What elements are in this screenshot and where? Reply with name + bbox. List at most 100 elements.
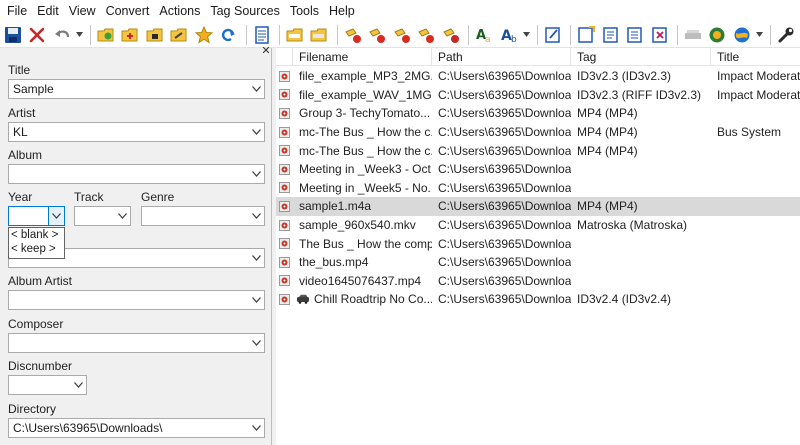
chevron-down-icon[interactable] — [248, 80, 264, 98]
freedb-icon[interactable] — [682, 24, 703, 46]
table-row[interactable]: Meeting in _Week3 - Oct... C:\Users\63965… — [276, 160, 800, 179]
chevron-down-icon[interactable] — [248, 419, 264, 437]
export-list-icon[interactable] — [575, 24, 596, 46]
web-sources-icon[interactable] — [707, 24, 728, 46]
file-type-icon — [276, 163, 293, 175]
menu-help[interactable]: Help — [324, 0, 360, 22]
year-option-keep[interactable]: < keep > — [9, 242, 64, 256]
chevron-down-icon[interactable] — [248, 249, 264, 267]
year-option-blank[interactable]: < blank > — [9, 228, 64, 242]
chevron-down-icon[interactable] — [48, 207, 64, 225]
title-combo[interactable]: Sample — [8, 79, 265, 99]
table-row[interactable]: Group 3- TechyTomato... C:\Users\63965\Do… — [276, 104, 800, 123]
case-conversion-icon[interactable]: Aa — [473, 24, 494, 46]
discnumber-combo[interactable] — [8, 375, 87, 395]
convert-filename-tag-icon[interactable] — [367, 24, 388, 46]
table-row[interactable]: Chill Roadtrip No Co... C:\Users\63965\Do… — [276, 290, 800, 309]
composer-combo[interactable] — [8, 333, 265, 353]
remove-tag-icon[interactable] — [26, 24, 47, 46]
save-icon[interactable] — [2, 24, 23, 46]
row-path: C:\Users\63965\Downloa... — [438, 255, 571, 270]
tag-to-filename-icon[interactable] — [284, 24, 305, 46]
row-path: C:\Users\63965\Downloa... — [438, 87, 571, 102]
table-row[interactable]: Meeting in _Week5 - No... C:\Users\63965\… — [276, 179, 800, 198]
menu-tools[interactable]: Tools — [285, 0, 324, 22]
menu-edit[interactable]: Edit — [32, 0, 64, 22]
table-row[interactable]: The Bus _ How the comp... C:\Users\63965\… — [276, 234, 800, 253]
row-tag: ID3v2.4 (ID3v2.4) — [577, 292, 672, 307]
genre-combo[interactable] — [141, 206, 265, 226]
column-header-title[interactable]: Title — [711, 48, 800, 66]
menu-actions[interactable]: Actions — [154, 0, 205, 22]
table-row[interactable]: file_example_MP3_2MG... C:\Users\63965\Do… — [276, 67, 800, 86]
text-file-icon[interactable] — [251, 24, 272, 46]
tools-icon[interactable] — [775, 24, 796, 46]
chevron-down-icon[interactable] — [248, 165, 264, 183]
table-row[interactable]: sample_960x540.mkv C:\Users\63965\Downloa… — [276, 216, 800, 235]
replace-dropdown-icon[interactable] — [522, 24, 530, 46]
artist-combo[interactable]: KL — [8, 122, 265, 142]
table-row[interactable]: mc-The Bus _ How the c... C:\Users\63965\… — [276, 123, 800, 142]
chevron-down-icon[interactable] — [248, 334, 264, 352]
track-combo[interactable] — [74, 206, 131, 226]
row-tag: MP4 (MP4) — [577, 106, 638, 121]
toolbar-separator — [537, 24, 539, 45]
chevron-down-icon[interactable] — [248, 207, 264, 225]
column-header-filename[interactable]: Filename — [293, 48, 432, 66]
globe-icon[interactable] — [731, 24, 752, 46]
undo-dropdown-icon[interactable] — [75, 24, 83, 46]
row-filename: Meeting in _Week3 - Oct... — [299, 162, 432, 177]
row-filename: Meeting in _Week5 - No... — [299, 180, 432, 195]
table-row[interactable]: sample1.m4a C:\Users\63965\Downloa... MP4 … — [276, 197, 800, 216]
row-filename: Chill Roadtrip No Co... — [293, 292, 432, 306]
open-directory-icon[interactable] — [95, 24, 116, 46]
column-header-path[interactable]: Path — [432, 48, 571, 66]
table-row[interactable]: the_bus.mp4 C:\Users\63965\Downloa... — [276, 253, 800, 272]
title-value: Sample — [13, 82, 54, 96]
chevron-down-icon[interactable] — [114, 207, 130, 225]
filename-to-tag-icon[interactable] — [309, 24, 330, 46]
menu-file[interactable]: File — [2, 0, 32, 22]
chevron-down-icon[interactable] — [248, 123, 264, 141]
table-row[interactable]: file_example_WAV_1MG... C:\Users\63965\Do… — [276, 86, 800, 105]
save-playlist-icon[interactable] — [144, 24, 165, 46]
album-artist-combo[interactable] — [8, 290, 265, 310]
directory-combo[interactable]: C:\Users\63965\Downloads\ — [8, 418, 265, 438]
add-directory-icon[interactable] — [120, 24, 141, 46]
table-row[interactable]: mc-The Bus _ How the c... C:\Users\63965\… — [276, 141, 800, 160]
toolbar-separator — [770, 24, 772, 45]
replace-icon[interactable]: Ab — [498, 24, 519, 46]
tag-sources-icon[interactable] — [440, 24, 461, 46]
row-path: C:\Users\63965\Downloa... — [438, 292, 571, 307]
chevron-down-icon[interactable] — [248, 291, 264, 309]
export-csv-icon[interactable] — [624, 24, 645, 46]
track-label: Track — [74, 190, 104, 204]
file-type-icon — [276, 182, 293, 194]
convert-tag-filename-icon[interactable] — [342, 24, 363, 46]
chevron-down-icon[interactable] — [70, 376, 86, 394]
year-combo[interactable] — [8, 206, 65, 226]
menu-convert[interactable]: Convert — [101, 0, 155, 22]
album-combo[interactable] — [8, 164, 265, 184]
toolbar-separator — [468, 24, 470, 45]
convert-tag-tag-icon[interactable] — [391, 24, 412, 46]
menu-tag-sources[interactable]: Tag Sources — [205, 0, 284, 22]
edit-text-icon[interactable] — [542, 24, 563, 46]
table-row[interactable]: video1645076437.mp4 C:\Users\63965\Downlo… — [276, 272, 800, 291]
export-html-icon[interactable] — [600, 24, 621, 46]
close-panel-icon[interactable]: ✕ — [261, 46, 271, 57]
export-folder-icon[interactable] — [168, 24, 189, 46]
refresh-icon[interactable] — [217, 24, 238, 46]
delete-file-icon[interactable] — [649, 24, 670, 46]
file-type-icon — [276, 256, 293, 268]
globe-dropdown-icon[interactable] — [755, 24, 764, 46]
column-header-tag[interactable]: Tag — [571, 48, 711, 66]
row-tag: MP4 (MP4) — [577, 125, 638, 140]
convert-text-tag-icon[interactable] — [415, 24, 436, 46]
favorites-icon[interactable] — [193, 24, 214, 46]
column-header-icon[interactable] — [276, 48, 293, 66]
row-path: C:\Users\63965\Downloa... — [438, 162, 571, 177]
menu-view[interactable]: View — [64, 0, 101, 22]
undo-icon[interactable] — [51, 24, 72, 46]
row-filename: Group 3- TechyTomato... — [299, 106, 431, 121]
